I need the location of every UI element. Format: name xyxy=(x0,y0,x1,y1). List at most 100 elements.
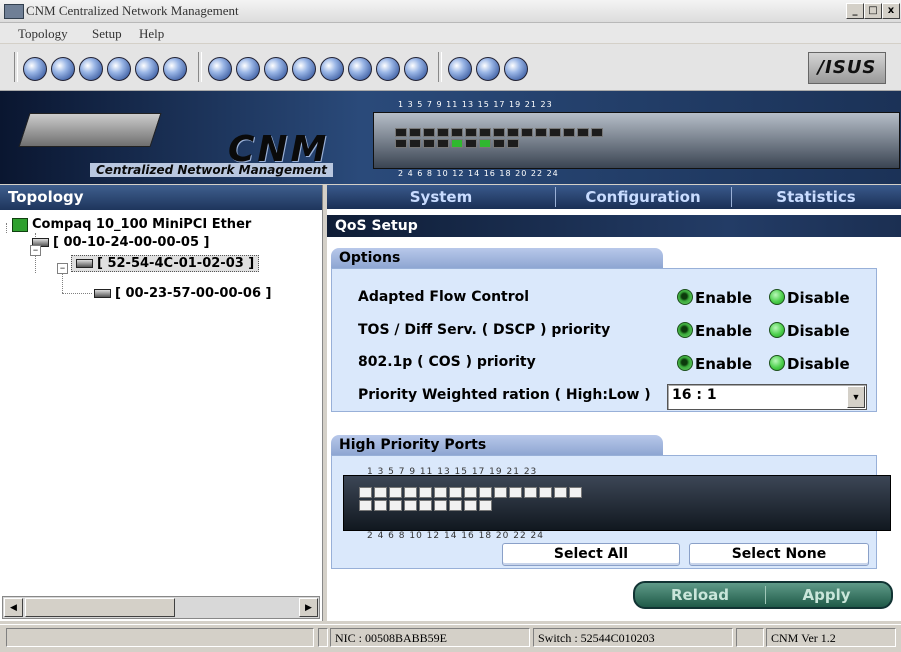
computer-icon xyxy=(12,217,28,232)
collapse-icon[interactable]: − xyxy=(30,245,41,256)
radio-selected-icon xyxy=(677,322,693,338)
horizontal-scrollbar[interactable]: ◀ ▶ xyxy=(2,596,320,619)
menu-help[interactable]: Help xyxy=(139,26,164,42)
reload-button[interactable]: Reload xyxy=(635,583,765,607)
switch-icon xyxy=(94,289,111,298)
map-icon[interactable] xyxy=(208,57,232,81)
radio-label: Enable xyxy=(695,289,753,307)
tree-line xyxy=(6,223,7,233)
tab-system[interactable]: System xyxy=(327,185,555,209)
tree-node-label: [ 00-23-57-00-00-06 ] xyxy=(115,286,272,301)
search-icon[interactable] xyxy=(376,57,400,81)
tab-configuration[interactable]: Configuration xyxy=(555,185,731,209)
globe2-icon[interactable] xyxy=(404,57,428,81)
cos-enable[interactable]: Enable xyxy=(677,355,752,373)
tree-node-label: [ 00-10-24-00-00-05 ] xyxy=(53,235,210,250)
flow-control-enable[interactable]: Enable xyxy=(677,289,752,307)
page-title: QoS Setup xyxy=(327,215,901,237)
dscp-priority-label: TOS / Diff Serv. ( DSCP ) priority xyxy=(358,322,611,338)
menu-topology[interactable]: Topology xyxy=(18,26,68,42)
tree-node-switch-1[interactable]: [ 00-10-24-00-00-05 ] xyxy=(32,235,209,250)
tree-node-switch-3[interactable]: [ 00-23-57-00-00-06 ] xyxy=(94,286,271,301)
radio-label: Enable xyxy=(695,322,753,340)
monitor-icon[interactable] xyxy=(292,57,316,81)
status-spacer xyxy=(318,628,328,647)
chevron-down-icon[interactable]: ▼ xyxy=(847,386,865,408)
tree-node-label: Compaq 10_100 MiniPCI Ether xyxy=(32,217,252,232)
tree-line xyxy=(62,273,63,293)
link-icon[interactable] xyxy=(135,57,159,81)
help-icon[interactable] xyxy=(163,57,187,81)
status-nic: NIC : 00508BABB59E xyxy=(330,628,530,647)
radio-icon xyxy=(769,289,785,305)
radio-label: Disable xyxy=(787,355,850,373)
globe-icon[interactable] xyxy=(23,57,47,81)
tree-node-switch-2[interactable]: [ 52-54-4C-01-02-03 ] xyxy=(71,255,260,272)
radio-selected-icon xyxy=(677,355,693,371)
toolbar-separator xyxy=(14,52,18,82)
banner-ports xyxy=(394,127,614,149)
status-bar: NIC : 00508BABB59E Switch : 52544C010203… xyxy=(0,624,901,652)
select-all-button[interactable]: Select All xyxy=(502,543,680,566)
action-buttons: Reload Apply xyxy=(633,581,893,609)
status-version: CNM Ver 1.2 xyxy=(766,628,896,647)
print-icon[interactable] xyxy=(448,57,472,81)
scroll-left-icon[interactable]: ◀ xyxy=(4,598,23,617)
toolbar-separator xyxy=(438,52,442,82)
cnm-subtitle: Centralized Network Management xyxy=(90,163,334,177)
cos-disable[interactable]: Disable xyxy=(769,355,850,373)
status-spacer xyxy=(736,628,764,647)
close-button[interactable]: x xyxy=(882,3,900,19)
tools-icon[interactable] xyxy=(476,57,500,81)
radio-label: Disable xyxy=(787,322,850,340)
switch-icon xyxy=(76,259,93,268)
tree-node-nic[interactable]: Compaq 10_100 MiniPCI Ether xyxy=(12,217,251,232)
topology-panel: Topology Compaq 10_100 MiniPCI Ether [ 0… xyxy=(0,185,323,621)
save-icon[interactable] xyxy=(79,57,103,81)
menu-setup[interactable]: Setup xyxy=(92,26,122,42)
switch-front-panel: 1 3 5 7 9 11 13 15 17 19 21 23 2 4 6 8 1… xyxy=(373,100,900,178)
asus-logo: /ISUS xyxy=(808,52,886,84)
flow-control-disable[interactable]: Disable xyxy=(769,289,850,307)
toolbar-separator xyxy=(198,52,202,82)
refresh-icon[interactable] xyxy=(51,57,75,81)
flow-control-label: Adapted Flow Control xyxy=(358,289,530,305)
weight-ratio-label: Priority Weighted ration ( High:Low ) xyxy=(358,387,651,403)
scroll-right-icon[interactable]: ▶ xyxy=(299,598,318,617)
weight-ratio-value: 16 : 1 xyxy=(672,387,717,403)
radio-selected-icon xyxy=(677,289,693,305)
network-icon[interactable] xyxy=(504,57,528,81)
trap-icon[interactable] xyxy=(264,57,288,81)
radio-icon xyxy=(769,355,785,371)
dscp-disable[interactable]: Disable xyxy=(769,322,850,340)
chart-icon[interactable] xyxy=(348,57,372,81)
menu-bar: Topology Setup Help xyxy=(0,23,901,43)
title-bar: CNM Centralized Network Management _ □ x xyxy=(0,0,901,23)
config-icon[interactable] xyxy=(236,57,260,81)
toolbar: /ISUS xyxy=(0,44,901,91)
tab-bar: System Configuration Statistics xyxy=(327,185,901,209)
port-selector[interactable] xyxy=(358,486,590,512)
status-progress xyxy=(6,628,314,647)
device-icon[interactable] xyxy=(107,57,131,81)
radio-label: Disable xyxy=(787,289,850,307)
app-icon xyxy=(4,4,24,19)
dscp-enable[interactable]: Enable xyxy=(677,322,752,340)
cos-priority-label: 802.1p ( COS ) priority xyxy=(358,354,536,370)
minimize-button[interactable]: _ xyxy=(846,3,864,19)
weight-ratio-select[interactable]: 16 : 1 ▼ xyxy=(667,384,867,410)
radio-label: Enable xyxy=(695,355,753,373)
apply-button[interactable]: Apply xyxy=(766,583,887,607)
switch-image xyxy=(18,113,162,147)
stats-icon[interactable] xyxy=(320,57,344,81)
banner: CNM Centralized Network Management 1 3 5… xyxy=(0,91,901,184)
tree-line xyxy=(62,293,92,294)
topology-header: Topology xyxy=(0,185,322,210)
select-none-button[interactable]: Select None xyxy=(689,543,869,566)
scroll-thumb[interactable] xyxy=(25,598,175,617)
maximize-button[interactable]: □ xyxy=(864,3,882,19)
tree-node-label: [ 52-54-4C-01-02-03 ] xyxy=(97,256,255,271)
tab-statistics[interactable]: Statistics xyxy=(731,185,901,209)
bottom-port-numbers: 2 4 6 8 10 12 14 16 18 20 22 24 xyxy=(398,169,559,178)
content-panel: System Configuration Statistics QoS Setu… xyxy=(327,185,901,621)
